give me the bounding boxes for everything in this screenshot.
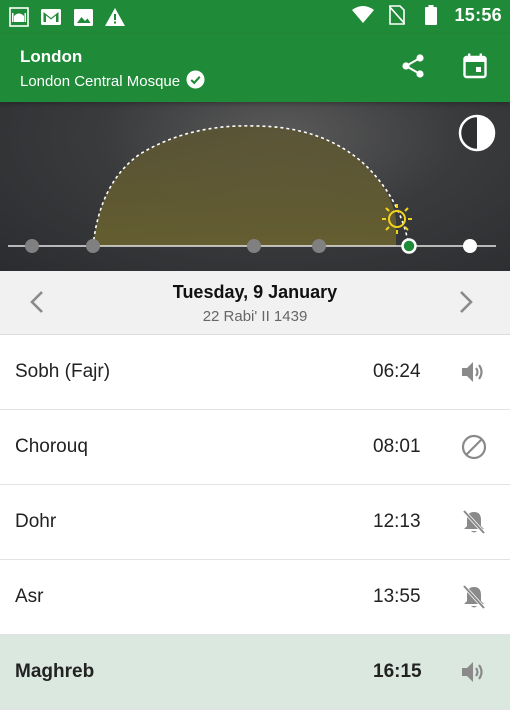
status-bar: 15:56 <box>0 0 510 34</box>
gmail-icon <box>40 6 62 28</box>
date-navigation: Tuesday, 9 January 22 Rabi' II 1439 <box>0 271 510 335</box>
clock: 15:56 <box>454 4 502 25</box>
prayer-time: 16:15 <box>373 661 422 682</box>
daylight-elapsed-area <box>93 125 396 246</box>
marker-dohr[interactable] <box>247 239 261 253</box>
no-sim-icon <box>386 4 408 26</box>
contrast-toggle-button[interactable] <box>458 114 496 152</box>
prayer-name: Asr <box>15 586 44 607</box>
prayer-name: Maghreb <box>15 661 95 682</box>
mosque-name: London Central Mosque <box>20 73 181 90</box>
warning-icon <box>104 6 126 28</box>
city-title[interactable]: London <box>20 47 82 67</box>
alert-toggle-button[interactable] <box>458 431 490 463</box>
speaker-icon <box>462 662 483 682</box>
gregorian-date[interactable]: Tuesday, 9 January <box>0 282 510 303</box>
alert-toggle-button[interactable] <box>458 581 490 613</box>
prayer-row-chorouq[interactable]: Chorouq 08:01 <box>0 410 510 485</box>
marker-asr[interactable] <box>312 239 326 253</box>
mosque-subtitle[interactable]: London Central Mosque <box>20 70 205 93</box>
wifi-icon <box>352 4 375 26</box>
prayer-name: Sobh (Fajr) <box>15 361 111 382</box>
next-day-button[interactable] <box>451 287 481 317</box>
calendar-icon <box>463 53 487 79</box>
alert-toggle-button[interactable] <box>458 356 490 388</box>
marker-isha-prev[interactable] <box>25 239 39 253</box>
share-button[interactable] <box>398 51 428 81</box>
sun-path-graphic <box>8 125 496 254</box>
prayer-row-dohr[interactable]: Dohr 12:13 <box>0 485 510 560</box>
image-icon <box>72 6 94 28</box>
prayer-time: 06:24 <box>373 361 421 382</box>
prayer-time: 13:55 <box>373 586 421 607</box>
bell-off-icon <box>462 584 486 610</box>
prayer-row-fajr[interactable]: Sobh (Fajr) 06:24 <box>0 335 510 410</box>
block-icon <box>461 434 487 460</box>
alert-toggle-button[interactable] <box>458 656 490 688</box>
prayer-name: Chorouq <box>15 436 88 457</box>
sun-path-panel <box>0 102 510 271</box>
app-bar: London London Central Mosque <box>0 34 510 102</box>
calendar-button[interactable] <box>460 51 490 81</box>
prayer-row-asr[interactable]: Asr 13:55 <box>0 560 510 635</box>
verified-icon <box>186 70 205 93</box>
marker-maghreb-current[interactable] <box>401 238 417 254</box>
prayer-time: 12:13 <box>373 511 421 532</box>
battery-icon <box>420 4 442 26</box>
prayer-row-maghreb[interactable]: Maghreb 16:15 <box>0 635 510 710</box>
share-icon <box>402 54 424 78</box>
hijri-date: 22 Rabi' II 1439 <box>202 308 308 325</box>
marker-isha[interactable] <box>463 239 477 253</box>
bell-off-icon <box>462 509 486 535</box>
prayer-times-list: Sobh (Fajr) 06:24 Chorouq 08:01 Dohr 12:… <box>0 335 510 710</box>
chevron-right-icon <box>460 291 473 313</box>
contrast-icon <box>458 114 496 152</box>
marker-fajr[interactable] <box>86 239 100 253</box>
alert-toggle-button[interactable] <box>458 506 490 538</box>
speaker-icon <box>462 362 483 382</box>
mosque-notification-icon <box>8 6 30 28</box>
prayer-time: 08:01 <box>373 436 421 457</box>
prayer-name: Dohr <box>15 511 57 532</box>
